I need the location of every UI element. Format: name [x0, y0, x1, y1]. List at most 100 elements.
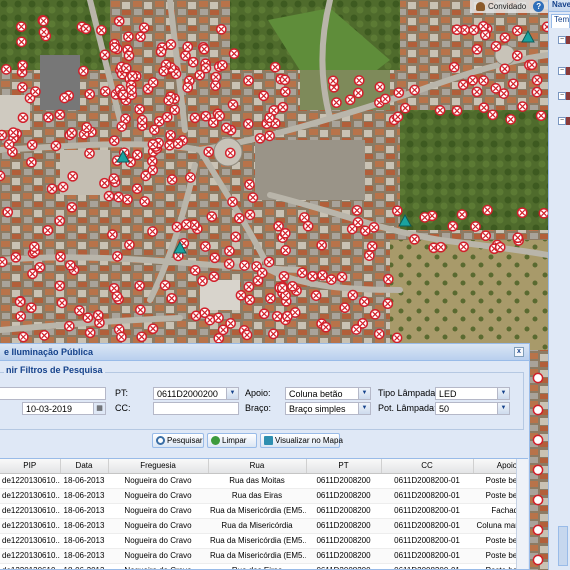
street-light-marker-icon[interactable] [46, 183, 58, 195]
street-light-marker-icon[interactable] [531, 86, 543, 98]
street-light-marker-icon[interactable] [17, 112, 29, 124]
street-light-marker-icon[interactable] [317, 269, 328, 281]
street-light-marker-icon[interactable] [471, 43, 483, 55]
street-light-marker-icon[interactable] [227, 99, 239, 110]
street-light-marker-icon[interactable] [258, 308, 270, 320]
street-light-marker-icon[interactable] [189, 265, 201, 276]
street-light-marker-icon[interactable] [477, 20, 489, 32]
street-light-marker-icon[interactable] [136, 331, 148, 343]
street-light-marker-icon[interactable] [470, 221, 481, 232]
street-light-marker-icon[interactable] [206, 211, 218, 222]
street-light-marker-icon[interactable] [99, 86, 111, 97]
street-light-marker-icon[interactable] [0, 129, 8, 141]
street-light-marker-icon[interactable] [280, 245, 291, 256]
street-light-marker-icon[interactable] [26, 156, 37, 168]
street-light-marker-icon[interactable] [517, 101, 528, 112]
street-light-marker-icon[interactable] [490, 41, 502, 52]
street-light-marker-icon[interactable] [419, 212, 431, 223]
street-light-marker-icon[interactable] [57, 181, 69, 193]
street-light-marker-icon[interactable] [368, 222, 380, 233]
street-light-marker-icon[interactable] [482, 204, 493, 216]
street-light-marker-icon[interactable] [271, 310, 283, 322]
column-header[interactable]: Data [60, 459, 109, 474]
street-light-marker-icon[interactable] [147, 226, 158, 237]
street-light-marker-icon[interactable] [487, 109, 499, 121]
street-light-marker-icon[interactable] [532, 554, 544, 566]
street-light-marker-icon[interactable] [265, 292, 276, 304]
street-light-marker-icon[interactable] [478, 75, 489, 86]
navigation-panel-scrollbar[interactable] [558, 526, 568, 566]
street-light-marker-icon[interactable] [165, 129, 176, 141]
tree-expand-icon[interactable]: − [558, 36, 566, 44]
street-light-marker-icon[interactable] [538, 207, 548, 219]
street-light-marker-icon[interactable] [55, 251, 66, 263]
street-light-marker-icon[interactable] [63, 320, 75, 332]
street-light-marker-icon[interactable] [409, 233, 420, 245]
street-light-marker-icon[interactable] [526, 59, 538, 71]
street-light-marker-icon[interactable] [96, 24, 107, 36]
street-light-marker-icon[interactable] [3, 139, 15, 150]
street-light-marker-icon[interactable] [230, 231, 242, 243]
street-light-marker-icon[interactable] [123, 50, 135, 62]
street-light-marker-icon[interactable] [164, 139, 175, 151]
table-row[interactable]: de1220130610...18-06-2013Nogueira do Cra… [0, 533, 528, 549]
street-light-marker-icon[interactable] [99, 177, 110, 189]
street-light-marker-icon[interactable] [66, 201, 78, 213]
street-light-marker-icon[interactable] [54, 215, 66, 227]
street-light-marker-icon[interactable] [263, 256, 275, 268]
street-light-marker-icon[interactable] [134, 103, 145, 115]
street-light-marker-icon[interactable] [532, 464, 544, 476]
street-light-marker-icon[interactable] [258, 90, 270, 102]
street-light-marker-icon[interactable] [198, 43, 210, 55]
street-light-marker-icon[interactable] [113, 191, 124, 203]
street-light-marker-icon[interactable] [242, 118, 254, 130]
street-light-marker-icon[interactable] [25, 302, 37, 314]
street-light-marker-icon[interactable] [336, 271, 348, 283]
street-light-marker-icon[interactable] [0, 256, 8, 268]
pip-input[interactable] [0, 387, 106, 400]
street-light-marker-icon[interactable] [358, 296, 370, 308]
street-light-marker-icon[interactable] [507, 78, 519, 90]
street-light-marker-icon[interactable] [467, 74, 479, 86]
street-light-marker-icon[interactable] [117, 89, 129, 101]
street-light-marker-icon[interactable] [277, 101, 289, 113]
street-light-marker-icon[interactable] [27, 268, 38, 280]
table-row[interactable]: de1220130610...18-06-2013Nogueira do Cra… [0, 563, 528, 569]
street-light-marker-icon[interactable] [516, 207, 528, 219]
pt-select[interactable]: 0611D2000200 ▼ [153, 387, 239, 400]
street-light-marker-icon[interactable] [43, 111, 54, 123]
street-light-marker-icon[interactable] [366, 240, 378, 252]
column-header[interactable]: PT [306, 459, 382, 474]
street-light-marker-icon[interactable] [451, 24, 463, 36]
street-light-marker-icon[interactable] [279, 74, 291, 86]
column-header[interactable]: Rua [208, 459, 307, 474]
street-light-marker-icon[interactable] [478, 102, 490, 114]
street-light-marker-icon[interactable] [224, 245, 235, 257]
street-light-marker-icon[interactable] [351, 205, 363, 216]
street-light-marker-icon[interactable] [74, 305, 85, 316]
street-light-marker-icon[interactable] [276, 282, 288, 294]
street-light-marker-icon[interactable] [124, 239, 135, 251]
street-light-marker-icon[interactable] [92, 309, 104, 321]
tree-expand-icon[interactable]: − [558, 67, 566, 75]
street-light-marker-icon[interactable] [127, 70, 138, 82]
street-light-marker-icon[interactable] [180, 50, 191, 62]
street-light-marker-icon[interactable] [353, 75, 365, 86]
street-light-marker-icon[interactable] [185, 172, 196, 183]
street-light-marker-icon[interactable] [0, 170, 6, 182]
street-light-marker-icon[interactable] [511, 25, 523, 36]
street-light-marker-icon[interactable] [135, 304, 146, 316]
street-light-marker-icon[interactable] [287, 280, 298, 292]
street-light-marker-icon[interactable] [302, 220, 314, 232]
street-light-marker-icon[interactable] [15, 311, 27, 322]
street-light-marker-icon[interactable] [451, 105, 463, 117]
street-light-marker-icon[interactable] [38, 26, 50, 38]
tipo-lampada-select[interactable]: LED ▼ [435, 387, 510, 400]
tab-layers[interactable]: Tem [551, 14, 570, 28]
street-light-marker-icon[interactable] [434, 104, 446, 116]
street-light-marker-icon[interactable] [512, 232, 524, 244]
street-light-marker-icon[interactable] [16, 36, 27, 48]
table-row[interactable]: de1220130610...18-06-2013Nogueira do Cra… [0, 488, 528, 504]
street-light-marker-icon[interactable] [331, 97, 342, 108]
street-light-marker-icon[interactable] [28, 241, 40, 253]
